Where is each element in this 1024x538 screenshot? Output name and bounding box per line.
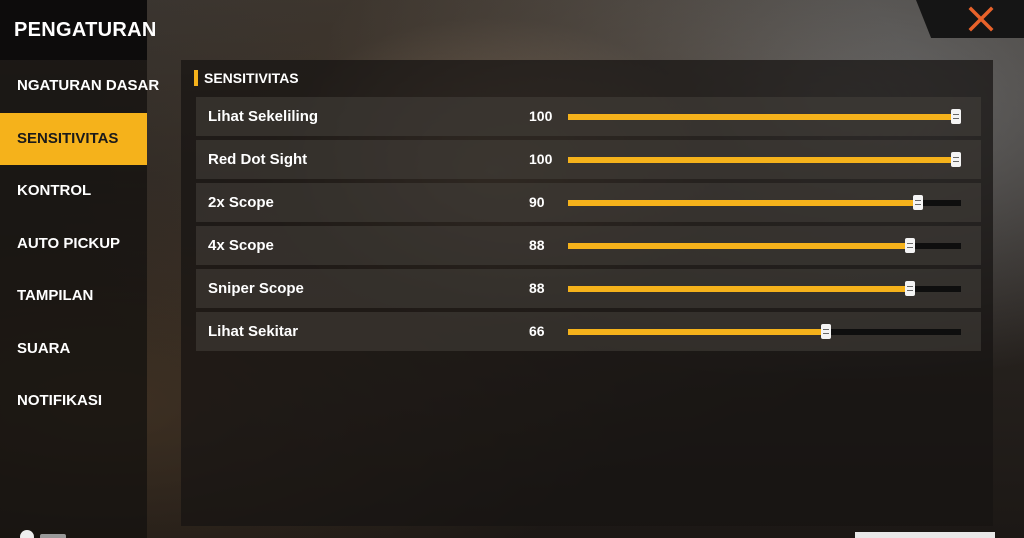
slider-label: 4x Scope <box>208 237 274 254</box>
sensitivity-slider[interactable] <box>568 281 961 296</box>
sidebar-title: PENGATURAN <box>0 0 156 60</box>
slider-handle[interactable] <box>951 152 961 167</box>
sidebar-item-notifications[interactable]: NOTIFIKASI <box>0 375 147 428</box>
bottom-button-edge[interactable] <box>855 532 995 538</box>
sidebar-menu: NGATURAN DASAR SENSITIVITAS KONTROL AUTO… <box>0 60 159 428</box>
settings-screen: PENGATURAN NGATURAN DASAR SENSITIVITAS K… <box>0 0 1024 538</box>
slider-value: 66 <box>529 323 545 339</box>
close-button[interactable] <box>916 0 1024 38</box>
sidebar-item-display[interactable]: TAMPILAN <box>0 270 147 323</box>
info-icon[interactable] <box>20 530 34 538</box>
slider-handle[interactable] <box>905 281 915 296</box>
section-title: SENSITIVITAS <box>204 70 299 86</box>
slider-label: Red Dot Sight <box>208 151 308 168</box>
slider-row: 4x Scope 88 <box>196 226 981 265</box>
slider-value: 100 <box>529 151 553 167</box>
slider-fill <box>568 243 910 249</box>
slider-value: 100 <box>529 108 553 124</box>
section-header: SENSITIVITAS <box>194 69 299 87</box>
slider-fill <box>568 157 956 163</box>
slider-fill <box>568 329 826 335</box>
sensitivity-panel: SENSITIVITAS Lihat Sekeliling 100 Red Do… <box>181 60 993 526</box>
slider-label: Sniper Scope <box>208 280 304 297</box>
sidebar-item-sound[interactable]: SUARA <box>0 323 147 376</box>
slider-value: 88 <box>529 237 545 253</box>
bottom-label-bar <box>40 534 66 538</box>
sidebar-item-controls[interactable]: KONTROL <box>0 165 147 218</box>
slider-value: 88 <box>529 280 545 296</box>
slider-handle[interactable] <box>951 109 961 124</box>
slider-row: Sniper Scope 88 <box>196 269 981 308</box>
slider-row: 2x Scope 90 <box>196 183 981 222</box>
slider-fill <box>568 114 956 120</box>
sidebar-item-sensitivity[interactable]: SENSITIVITAS <box>0 112 147 165</box>
slider-value: 90 <box>529 194 545 210</box>
sensitivity-slider[interactable] <box>568 109 961 124</box>
sensitivity-slider[interactable] <box>568 238 961 253</box>
slider-row: Lihat Sekeliling 100 <box>196 97 981 136</box>
slider-label: Lihat Sekitar <box>208 323 299 340</box>
slider-row: Lihat Sekitar 66 <box>196 312 981 351</box>
slider-handle[interactable] <box>905 238 915 253</box>
slider-list: Lihat Sekeliling 100 Red Dot Sight 100 2… <box>196 97 981 355</box>
slider-fill <box>568 286 910 292</box>
sensitivity-slider[interactable] <box>568 195 961 210</box>
slider-label: Lihat Sekeliling <box>208 108 319 125</box>
sensitivity-slider[interactable] <box>568 152 961 167</box>
slider-label: 2x Scope <box>208 194 274 211</box>
section-accent-bar <box>194 70 198 86</box>
sidebar: PENGATURAN NGATURAN DASAR SENSITIVITAS K… <box>0 0 159 538</box>
sidebar-item-auto-pickup[interactable]: AUTO PICKUP <box>0 218 147 271</box>
close-icon <box>968 6 994 32</box>
sensitivity-slider[interactable] <box>568 324 961 339</box>
slider-row: Red Dot Sight 100 <box>196 140 981 179</box>
slider-handle[interactable] <box>913 195 923 210</box>
sidebar-item-basic-settings[interactable]: NGATURAN DASAR <box>0 60 159 113</box>
slider-handle[interactable] <box>821 324 831 339</box>
slider-fill <box>568 200 918 206</box>
